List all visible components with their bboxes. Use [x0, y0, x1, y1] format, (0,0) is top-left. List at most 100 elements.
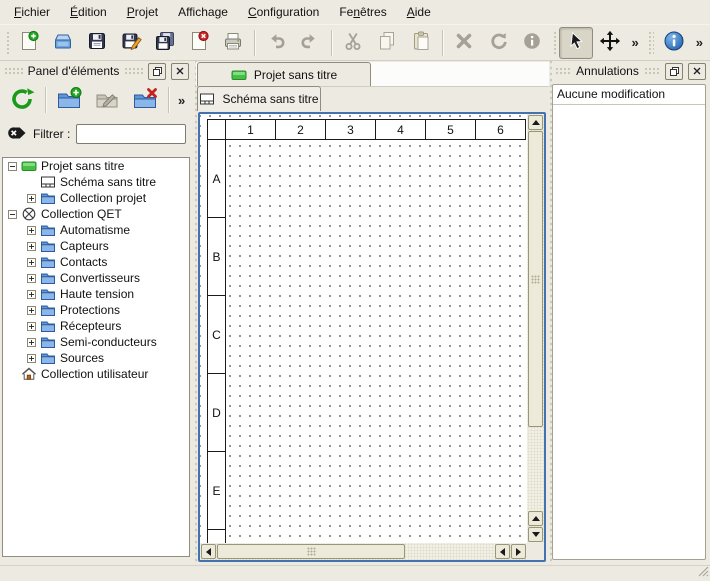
about-info-button[interactable]: [657, 27, 691, 59]
expand-icon[interactable]: [27, 354, 36, 363]
scroll-up-button-2[interactable]: [528, 511, 543, 526]
grid-corner-cell: [207, 119, 226, 140]
tree-item-convertisseurs[interactable]: Convertisseurs: [3, 270, 189, 286]
close-panel-button[interactable]: [171, 63, 189, 80]
expand-icon[interactable]: [27, 242, 36, 251]
expand-icon[interactable]: [27, 290, 36, 299]
menu-edition[interactable]: Édition: [60, 2, 117, 22]
folder-icon: [40, 238, 56, 254]
menu-configuration[interactable]: Configuration: [238, 2, 329, 22]
reload-collections-button[interactable]: [3, 82, 41, 118]
menu-projet[interactable]: Projet: [117, 2, 168, 22]
elements-panel: Panel d'éléments » Filtrer : Projet sans…: [0, 61, 193, 565]
pan-mode-button[interactable]: [593, 27, 627, 59]
tree-item-label: Capteurs: [60, 239, 109, 253]
delete-button[interactable]: [447, 27, 481, 59]
up-arrow-icon: [532, 516, 540, 521]
menu-fenetres[interactable]: Fenêtres: [329, 2, 396, 22]
tree-item-collection-qet[interactable]: Collection QET: [3, 206, 189, 222]
save-all-button[interactable]: [148, 27, 182, 59]
elements-panel-titlebar[interactable]: Panel d'éléments: [0, 61, 193, 81]
schema-tabbar: Schéma sans titre: [196, 86, 549, 111]
expand-icon[interactable]: [27, 322, 36, 331]
elements-tree: Projet sans titreSchéma sans titreCollec…: [2, 157, 190, 557]
schema-tab[interactable]: Schéma sans titre: [197, 86, 321, 111]
tree-item-schema-sans-titre[interactable]: Schéma sans titre: [3, 174, 189, 190]
scroll-left-button[interactable]: [201, 544, 216, 559]
clear-filter-icon[interactable]: [7, 123, 27, 146]
vertical-scrollbar[interactable]: [527, 114, 544, 543]
close-file-button[interactable]: [182, 27, 216, 59]
tree-item-automatisme[interactable]: Automatisme: [3, 222, 189, 238]
tree-item-collection-projet[interactable]: Collection projet: [3, 190, 189, 206]
tree-item-contacts[interactable]: Contacts: [3, 254, 189, 270]
collapse-icon[interactable]: [8, 210, 17, 219]
toolbar-drag-handle[interactable]: [5, 30, 9, 56]
tree-item-semi-conducteurs[interactable]: Semi-conducteurs: [3, 334, 189, 350]
tree-spacer: [27, 178, 36, 187]
edit-category-button[interactable]: [88, 82, 126, 118]
float-panel-button[interactable]: [148, 63, 166, 80]
paste-icon: [410, 30, 432, 55]
scroll-down-button[interactable]: [528, 527, 543, 542]
rotate-icon: [487, 30, 509, 55]
toolbar-drag-handle[interactable]: [552, 30, 556, 56]
panel-overflow-button[interactable]: »: [173, 93, 190, 108]
toolbar-drag-handle[interactable]: [647, 30, 654, 56]
project-tab[interactable]: Projet sans titre: [197, 62, 371, 86]
undo-button[interactable]: [259, 27, 293, 59]
tree-item-protections[interactable]: Protections: [3, 302, 189, 318]
filter-input[interactable]: [76, 124, 186, 144]
new-category-button[interactable]: [50, 82, 88, 118]
vertical-scroll-thumb[interactable]: [528, 131, 543, 427]
expand-icon[interactable]: [27, 274, 36, 283]
tree-item-label: Schéma sans titre: [60, 175, 156, 189]
menu-affichage[interactable]: Affichage: [168, 2, 238, 22]
resize-grip-icon[interactable]: [696, 564, 709, 580]
undo-list-item[interactable]: Aucune modification: [553, 85, 705, 105]
scroll-right-button[interactable]: [511, 544, 526, 559]
rotate-button[interactable]: [481, 27, 515, 59]
print-button[interactable]: [216, 27, 250, 59]
expand-icon[interactable]: [27, 194, 36, 203]
expand-icon[interactable]: [27, 226, 36, 235]
delete-category-button[interactable]: [126, 82, 164, 118]
folder-icon: [40, 302, 56, 318]
horizontal-scrollbar[interactable]: [200, 543, 527, 560]
expand-icon[interactable]: [27, 338, 36, 347]
save-button[interactable]: [80, 27, 114, 59]
expand-icon[interactable]: [27, 258, 36, 267]
new-document-button[interactable]: [12, 27, 46, 59]
tree-item-capteurs[interactable]: Capteurs: [3, 238, 189, 254]
tree-item-haute-tension[interactable]: Haute tension: [3, 286, 189, 302]
diagram-scene[interactable]: 123456 ABCDE: [200, 114, 527, 543]
float-panel-button[interactable]: [665, 63, 683, 80]
reload-icon: [9, 86, 35, 115]
save-as-button[interactable]: [114, 27, 148, 59]
tree-item-projet-sans-titre[interactable]: Projet sans titre: [3, 158, 189, 174]
tree-item-collection-utilisateur[interactable]: Collection utilisateur: [3, 366, 189, 382]
menu-aide[interactable]: Aide: [397, 2, 441, 22]
folder-icon: [40, 286, 56, 302]
close-panel-button[interactable]: [688, 63, 706, 80]
scroll-left-button-2[interactable]: [495, 544, 510, 559]
horizontal-scroll-thumb[interactable]: [217, 544, 405, 559]
expand-icon[interactable]: [27, 306, 36, 315]
tree-item-sources[interactable]: Sources: [3, 350, 189, 366]
move-arrows-icon: [599, 30, 621, 55]
menu-fichier[interactable]: Fichier: [4, 2, 60, 22]
selection-mode-button[interactable]: [559, 27, 593, 59]
redo-button[interactable]: [293, 27, 327, 59]
toolbar2-overflow-button[interactable]: »: [691, 35, 708, 50]
open-document-button[interactable]: [46, 27, 80, 59]
undo-panel-titlebar[interactable]: Annulations: [551, 61, 710, 81]
open-document-icon: [52, 30, 74, 55]
paste-button[interactable]: [404, 27, 438, 59]
tree-item-recepteurs[interactable]: Récepteurs: [3, 318, 189, 334]
scroll-up-button[interactable]: [528, 115, 543, 130]
collapse-icon[interactable]: [8, 162, 17, 171]
copy-button[interactable]: [370, 27, 404, 59]
cut-button[interactable]: [336, 27, 370, 59]
toolbar-overflow-button[interactable]: »: [627, 35, 644, 50]
element-info-button[interactable]: [515, 27, 549, 59]
